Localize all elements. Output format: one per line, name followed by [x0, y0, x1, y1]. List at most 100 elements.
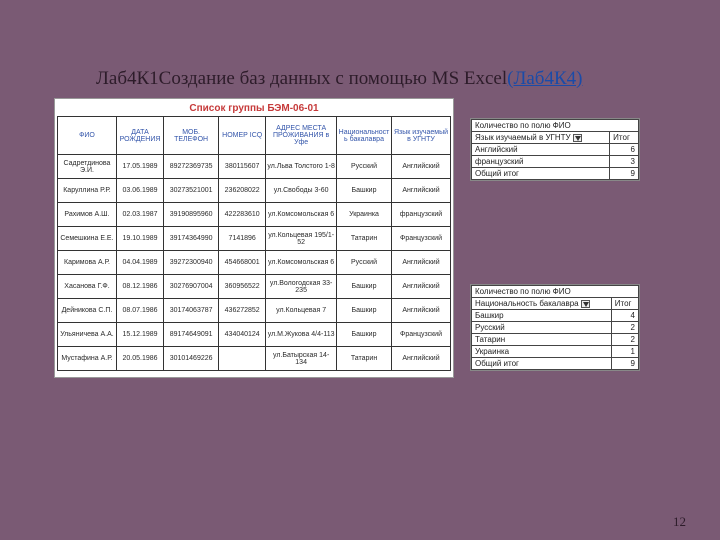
- pivot-row: Английский6: [472, 144, 639, 156]
- pivot-label: Общий итог: [472, 168, 610, 180]
- table-cell: ул.Кольцевая 7: [266, 299, 337, 323]
- pivot-row: Общий итог9: [472, 168, 639, 180]
- table-cell: ул.М.Жукова 4/4-113: [266, 323, 337, 347]
- slide-title: Лаб4К1Создание баз данных с помощью MS E…: [96, 68, 582, 90]
- table-cell: 89272369735: [164, 155, 219, 179]
- table-cell: Каримова А.Р.: [58, 251, 117, 275]
- table-cell: Семешкина Е.Е.: [58, 227, 117, 251]
- table-cell: 434040124: [219, 323, 266, 347]
- pivot-row: Башкир4: [472, 310, 639, 322]
- table-cell: ул.Свободы 3-60: [266, 179, 337, 203]
- table-cell: Русский: [337, 251, 392, 275]
- table-row: Садретдинова Э.И.17.05.19898927236973538…: [58, 155, 451, 179]
- table-cell: ул.Батырская 14-134: [266, 347, 337, 371]
- table-cell: 20.05.1986: [116, 347, 163, 371]
- table-cell: Английский: [392, 251, 451, 275]
- table-cell: 89174649091: [164, 323, 219, 347]
- table-cell: Каруллина Р.Р.: [58, 179, 117, 203]
- pivot-row: Татарин2: [472, 334, 639, 346]
- pivot-value: 4: [611, 310, 638, 322]
- title-link[interactable]: (Лаб4К4): [507, 68, 582, 89]
- pivot2-header: Количество по полю ФИО: [472, 286, 639, 298]
- table-cell: [219, 347, 266, 371]
- chevron-down-icon[interactable]: [581, 300, 590, 308]
- table-cell: Английский: [392, 299, 451, 323]
- table-cell: Английский: [392, 275, 451, 299]
- table-cell: 436272852: [219, 299, 266, 323]
- table-cell: 380115607: [219, 155, 266, 179]
- table-row: Хасанова Г.Ф.08.12.198630276907004360956…: [58, 275, 451, 299]
- pivot2-group-cell[interactable]: Национальность бакалавра: [472, 298, 612, 310]
- table-cell: 39190895960: [164, 203, 219, 227]
- table-cell: Английский: [392, 179, 451, 203]
- table-cell: 30174063787: [164, 299, 219, 323]
- table-cell: Башкир: [337, 299, 392, 323]
- table-cell: Английский: [392, 155, 451, 179]
- table-cell: Садретдинова Э.И.: [58, 155, 117, 179]
- col-header: Язык изучаемый в УГНТУ: [392, 117, 451, 155]
- col-header: АДРЕС МЕСТА ПРОЖИВАНИЯ в Уфе: [266, 117, 337, 155]
- pivot-row: Русский2: [472, 322, 639, 334]
- table-cell: ул.Комсомольская 6: [266, 203, 337, 227]
- table-cell: Башкир: [337, 323, 392, 347]
- table-cell: ул.Комсомольская 6: [266, 251, 337, 275]
- table-cell: 19.10.1989: [116, 227, 163, 251]
- table-cell: 360956522: [219, 275, 266, 299]
- table-cell: 08.12.1986: [116, 275, 163, 299]
- chevron-down-icon[interactable]: [573, 134, 582, 142]
- table-cell: Французский: [392, 227, 451, 251]
- page-number: 12: [673, 514, 686, 530]
- pivot-label: французский: [472, 156, 610, 168]
- list-title: Список группы БЭМ-06-01: [57, 103, 451, 114]
- pivot1-group-cell[interactable]: Язык изучаемый в УГНТУ: [472, 132, 610, 144]
- table-row: Мустафина А.Р.20.05.198630101469226 ул.Ба…: [58, 347, 451, 371]
- table-cell: 30101469226: [164, 347, 219, 371]
- table-row: Семешкина Е.Е.19.10.19893917436499071418…: [58, 227, 451, 251]
- table-cell: 454668001: [219, 251, 266, 275]
- col-header: НОМЕР ICQ: [219, 117, 266, 155]
- table-cell: 30276907004: [164, 275, 219, 299]
- table-cell: 02.03.1987: [116, 203, 163, 227]
- pivot-label: Башкир: [472, 310, 612, 322]
- table-cell: французский: [392, 203, 451, 227]
- pivot-label: Русский: [472, 322, 612, 334]
- table-cell: Дейникова С.П.: [58, 299, 117, 323]
- table-cell: 39174364990: [164, 227, 219, 251]
- col-header: ДАТА РОЖДЕНИЯ: [116, 117, 163, 155]
- table-row: Рахимов А.Ш.02.03.1987391908959604222836…: [58, 203, 451, 227]
- table-cell: Ульяничева А.А.: [58, 323, 117, 347]
- title-text: Лаб4К1Создание баз данных с помощью MS E…: [96, 68, 507, 89]
- pivot-row: Общий итог9: [472, 358, 639, 370]
- table-cell: 04.04.1989: [116, 251, 163, 275]
- table-cell: 17.05.1989: [116, 155, 163, 179]
- pivot-label: Английский: [472, 144, 610, 156]
- table-cell: Мустафина А.Р.: [58, 347, 117, 371]
- pivot-value: 3: [610, 156, 639, 168]
- table-cell: Башкир: [337, 275, 392, 299]
- students-table: ФИОДАТА РОЖДЕНИЯМОБ. ТЕЛЕФОННОМЕР ICQАДР…: [57, 116, 451, 371]
- pivot-value: 1: [611, 346, 638, 358]
- table-cell: Татарин: [337, 347, 392, 371]
- table-cell: 15.12.1989: [116, 323, 163, 347]
- table-cell: ул.Льва Толстого 1-8: [266, 155, 337, 179]
- table-cell: 236208022: [219, 179, 266, 203]
- col-header: Национальность бакалавра: [337, 117, 392, 155]
- table-cell: 03.06.1989: [116, 179, 163, 203]
- table-row: Дейникова С.П.08.07.19863017406378743627…: [58, 299, 451, 323]
- table-cell: 422283610: [219, 203, 266, 227]
- table-cell: 30273521001: [164, 179, 219, 203]
- table-cell: Украинка: [337, 203, 392, 227]
- pivot1-header: Количество по полю ФИО: [472, 120, 639, 132]
- table-cell: Башкир: [337, 179, 392, 203]
- pivot-row: Украинка1: [472, 346, 639, 358]
- pivot-label: Общий итог: [472, 358, 612, 370]
- pivot-value: 9: [611, 358, 638, 370]
- table-cell: Английский: [392, 347, 451, 371]
- col-header: ФИО: [58, 117, 117, 155]
- table-cell: Татарин: [337, 227, 392, 251]
- pivot-value: 6: [610, 144, 639, 156]
- table-cell: Русский: [337, 155, 392, 179]
- pivot2-value-label: Итог: [611, 298, 638, 310]
- table-cell: Французский: [392, 323, 451, 347]
- pivot-label: Украинка: [472, 346, 612, 358]
